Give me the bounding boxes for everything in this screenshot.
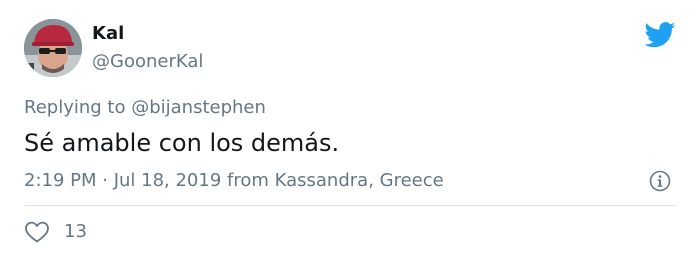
replying-to-line: Replying to @bijanstephen bbox=[24, 96, 266, 120]
replying-to-handle[interactable]: @bijanstephen bbox=[131, 97, 266, 118]
twitter-bird-icon[interactable] bbox=[644, 22, 676, 48]
heart-icon bbox=[25, 221, 49, 243]
author-display-name[interactable]: Kal bbox=[92, 22, 124, 46]
author-handle[interactable]: @GoonerKal bbox=[92, 50, 203, 74]
info-icon[interactable] bbox=[649, 170, 671, 192]
divider bbox=[24, 205, 677, 206]
tweet-card: Kal @GoonerKal Replying to @bijanstephen… bbox=[0, 0, 700, 259]
like-count: 13 bbox=[64, 221, 87, 242]
replying-to-label: Replying to bbox=[24, 97, 132, 118]
avatar[interactable] bbox=[24, 19, 82, 77]
tweet-text: Sé amable con los demás. bbox=[24, 129, 340, 157]
tweet-timestamp[interactable]: 2:19 PM · Jul 18, 2019 from Kassandra, G… bbox=[24, 169, 444, 193]
like-button[interactable]: 13 bbox=[24, 219, 87, 245]
avatar-image bbox=[24, 19, 82, 77]
